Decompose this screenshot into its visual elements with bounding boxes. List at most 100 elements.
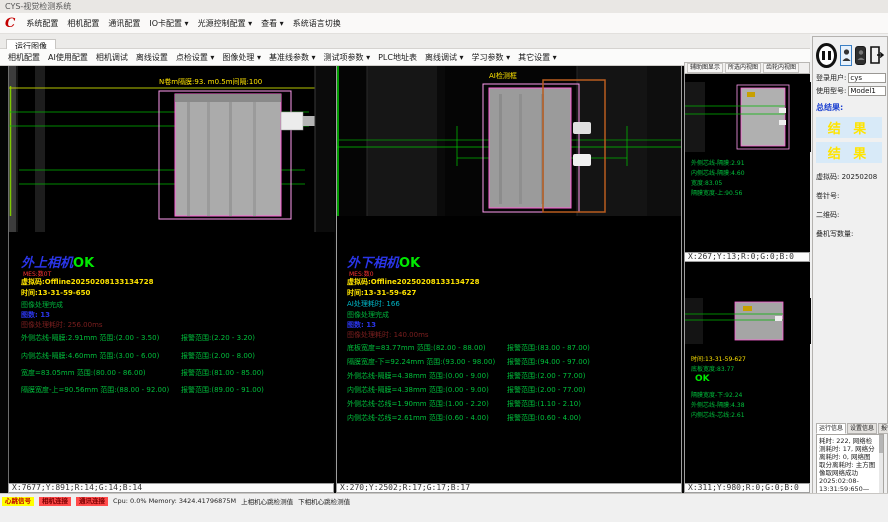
tool-learning-params[interactable]: 学习参数 ▾ (472, 52, 511, 63)
elapsed-lower: 图像处理耗时: 140.00ms (347, 330, 429, 340)
time-line-lower: 时间:13-31-59-627 (347, 288, 416, 298)
tool-test-params[interactable]: 测试项参数 ▾ (324, 52, 371, 63)
result-ok-lower: OK (399, 256, 420, 271)
menu-light-config[interactable]: 光源控制配置 ▾ (198, 18, 253, 29)
aux-measure-line: 隔膜宽度-下:92.24 (691, 390, 742, 399)
aux-measure-line: 内侧芯线-隔膜:4.60 (691, 168, 745, 177)
run-log-textarea[interactable]: 耗时: 222, 网络检测耗时: 17, 网络分离耗时: 0, 网络图取分离耗时… (816, 434, 884, 500)
tool-baseline-params[interactable]: 基准线参数 ▾ (269, 52, 316, 63)
coords-footer-upper: X:7677;Y:891;R:14;G:14;B:14 (8, 483, 334, 493)
app-logo-icon: C (5, 17, 15, 30)
aux-measure-line: 外侧芯线-隔膜:2.91 (691, 158, 745, 167)
camera-panel-lower: AI检测框 外下相机OK MES:数0 虚拟码:Offline202502081… (336, 66, 682, 483)
log-tab-setting-info[interactable]: 设置信息 (847, 423, 877, 434)
pause-button[interactable] (816, 43, 837, 68)
aux-tab-strip: 辅助图显示 所选内视图 齿轮内视图 (684, 62, 810, 74)
tool-other-settings[interactable]: 其它设置 ▾ (518, 52, 557, 63)
tool-offline-debug[interactable]: 离线调试 ▾ (425, 52, 464, 63)
alarm-range: 报警范围:(2.00 - 77.00) (507, 371, 585, 381)
admin-mode-button[interactable] (855, 46, 866, 65)
alarm-range: 报警范围:(89.00 - 91.00) (181, 385, 264, 395)
exit-button[interactable] (869, 45, 884, 66)
pause-icon (828, 51, 831, 60)
menu-language-switch[interactable]: 系统语言切换 (293, 18, 341, 29)
process-status-lower: 图像处理完成 (347, 310, 389, 320)
elapsed-upper: 图像处理耗时: 256.00ms (21, 320, 103, 330)
measure-value: 宽度=83.05mm 范围:(80.00 - 86.00) (21, 369, 146, 377)
camera-image-lower[interactable]: AI检测框 (337, 66, 681, 216)
operator-mode-button[interactable] (840, 45, 852, 66)
overlay-label-upper: N卷m隔膜:93. m0.5m间隔:100 (159, 77, 262, 86)
login-user-input[interactable] (848, 73, 886, 83)
log-scrollbar-thumb[interactable] (879, 435, 883, 453)
camera-connect-badge: 相机连接 (39, 497, 71, 506)
window-title: CYS-视觉检测系统 (5, 2, 71, 11)
highlight-spot (779, 108, 786, 113)
camera-image-upper[interactable]: N卷m隔膜:93. m0.5m间隔:100 (9, 66, 335, 232)
alarm-range: 报警范围:(1.10 - 2.10) (507, 399, 581, 409)
highlight-spot (779, 120, 786, 125)
overlay-label-lower: AI检测框 (489, 71, 517, 80)
model-input[interactable] (848, 86, 886, 96)
stack-write-count-field: 叠机写数量: (816, 229, 884, 239)
tool-camera-debug[interactable]: 相机调试 (96, 52, 128, 63)
alarm-range: 报警范围:(81.00 - 85.00) (181, 368, 264, 378)
log-tab-run-info[interactable]: 运行信息 (816, 423, 846, 434)
cell-region (175, 94, 281, 216)
aux-result-ok: OK (695, 374, 710, 384)
coords-footer-aux-top: X:267;Y:13;R:0;G:0;B:0 (684, 252, 810, 262)
status-bar: 心跳信号 相机连接 通讯连接 Cpu: 0.0% Memory: 3424.41… (2, 496, 350, 506)
aux-time-line: 时间:13-31-59-627 (691, 354, 746, 363)
alarm-range: 报警范围:(2.20 - 3.20) (181, 333, 255, 343)
log-scrollbar[interactable] (879, 435, 883, 499)
aux-measure-line: 宽度:83.05 (691, 178, 722, 187)
measure-value: 外侧芯线-芯线=1.90mm 范围:(1.00 - 2.20) (347, 400, 489, 408)
tool-ai-usage-config[interactable]: AI使用配置 (48, 52, 88, 63)
measure-row: 内侧芯线-芯线=2.61mm 范围:(0.60 - 4.00) 报警范围:(0.6… (347, 413, 675, 423)
aux-tab-ng-view[interactable]: 辅助图显示 (687, 63, 723, 73)
frame-count-upper: 图数: 13 (21, 310, 50, 320)
lower-heartbeat-text: 下相机心跳检测值 (298, 496, 350, 506)
result-block-lower: 结 果 (816, 142, 882, 163)
aux-tab-selected-view[interactable]: 所选内视图 (725, 63, 761, 73)
highlight-spot (775, 316, 782, 321)
measure-value: 内侧芯线-芯线=2.61mm 范围:(0.60 - 4.00) (347, 414, 489, 422)
app-window: CYS-视觉检测系统 C 系统配置 相机配置 通讯配置 IO卡配置 ▾ 光源控制… (0, 0, 888, 522)
menu-system-config[interactable]: 系统配置 (26, 18, 58, 29)
coords-footer-aux-bottom: X:311;Y:980;R:0;G:0;B:0 (684, 483, 810, 493)
cpu-memory-text: Cpu: 0.0% Memory: 3424.41796875M (113, 497, 236, 505)
measure-value: 内侧芯线-隔膜:4.60mm 范围:(3.00 - 6.00) (21, 352, 159, 360)
aux-tab-gear-view[interactable]: 齿轮内视图 (763, 63, 799, 73)
tool-camera-config[interactable]: 相机配置 (8, 52, 40, 63)
coords-footer-lower: X:270;Y:2502;R:17;G:17;B:17 (336, 483, 682, 493)
aux-measure-line: 外侧芯线-隔膜:4.38 (691, 400, 745, 409)
menu-comm-config[interactable]: 通讯配置 (108, 18, 140, 29)
heartbeat-badge: 心跳信号 (2, 497, 34, 506)
highlight-spot (573, 122, 591, 134)
control-buttons (816, 41, 884, 69)
login-user-label: 登录用户: (816, 73, 846, 83)
aux-panel-bottom: 时间:13-31-59-627 底板宽度:83.77 OK 隔膜宽度-下:92.… (684, 262, 810, 483)
measure-value: 外侧芯线-隔膜:2.91mm 范围:(2.00 - 3.50) (21, 334, 159, 342)
menu-view[interactable]: 查看 ▾ (261, 18, 284, 29)
total-result-label: 总结果: (816, 102, 884, 113)
log-tab-error-info[interactable]: 报错信息 (878, 423, 888, 434)
tool-plc-address-table[interactable]: PLC地址表 (378, 52, 417, 63)
aux-image-top[interactable] (685, 82, 811, 152)
process-status-upper: 图像处理完成 (21, 300, 63, 310)
tool-image-processing[interactable]: 图像处理 ▾ (222, 52, 261, 63)
ai-elapsed-lower: AI处理耗时: 166 (347, 299, 400, 309)
aux-image-bottom[interactable] (685, 298, 811, 344)
menu-io-config[interactable]: IO卡配置 ▾ (149, 18, 188, 29)
aux-measure-line: 内侧芯线-芯线:2.61 (691, 410, 745, 419)
measure-row: 内侧芯线-隔膜=4.38mm 范围:(0.00 - 9.00)报警范围:(2.0… (347, 385, 675, 395)
tool-offline-setting[interactable]: 离线设置 (136, 52, 168, 63)
alarm-range: 报警范围:(2.00 - 77.00) (507, 385, 585, 395)
tool-spotcheck-setting[interactable]: 点检设置 ▾ (176, 52, 215, 63)
alarm-range: 报警范围:(0.60 - 4.00) (507, 413, 581, 423)
time-line-upper: 时间:13-31-59-650 (21, 288, 90, 298)
menu-camera-config[interactable]: 相机配置 (67, 18, 99, 29)
aux-measure-line: 底板宽度:83.77 (691, 364, 734, 373)
window-titlebar[interactable]: CYS-视觉检测系统 (0, 0, 888, 13)
marker-spot (747, 92, 755, 97)
